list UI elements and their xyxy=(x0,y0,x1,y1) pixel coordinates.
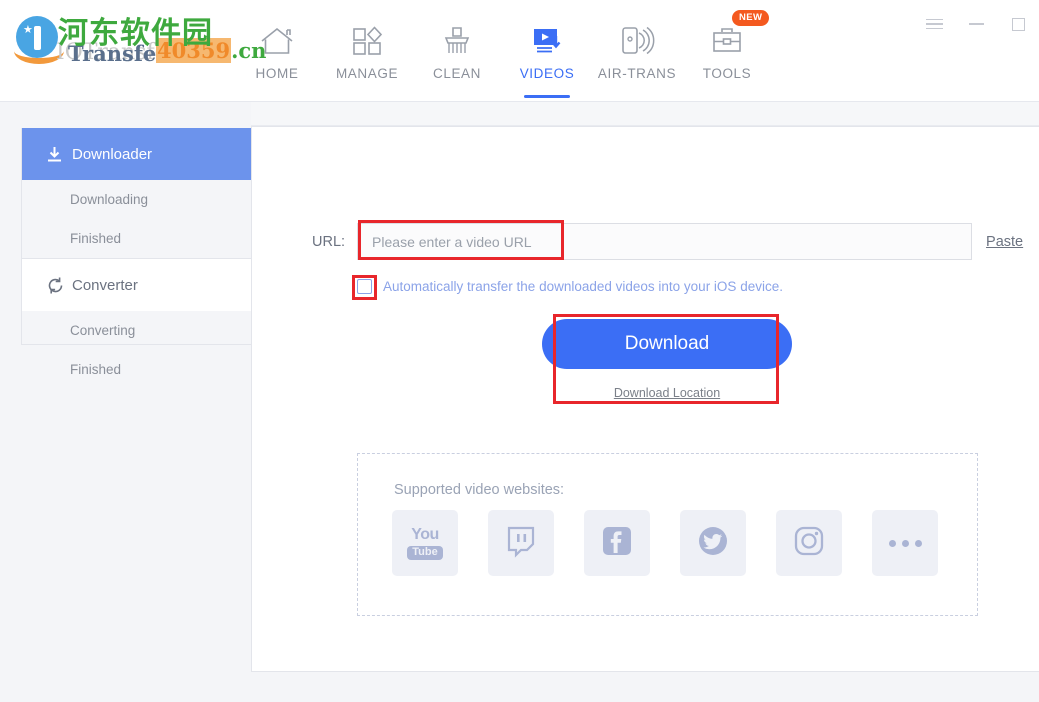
facebook-icon xyxy=(600,524,634,563)
active-tab-underline xyxy=(524,95,570,98)
url-label: URL: xyxy=(312,234,345,250)
nav-item-air-trans[interactable]: AIR-TRANS xyxy=(592,12,682,98)
nav-label-tools: TOOLS xyxy=(703,66,752,81)
url-row: URL: Paste xyxy=(312,223,1023,260)
nav-item-clean[interactable]: CLEAN xyxy=(412,12,502,98)
clean-brush-icon xyxy=(438,20,476,62)
sidebar: Downloader Downloading Finished Converte… xyxy=(21,128,252,345)
panel-top-strip xyxy=(251,102,1039,126)
new-badge: NEW xyxy=(732,10,769,26)
download-icon xyxy=(46,146,72,163)
supported-sites-title: Supported video websites: xyxy=(394,482,564,498)
window-controls xyxy=(913,10,1039,38)
youtube-icon-bottom: Tube xyxy=(407,546,442,560)
supported-site-instagram[interactable] xyxy=(776,510,842,576)
nav-label-videos: VIDEOS xyxy=(520,66,575,81)
youtube-icon: You Tube xyxy=(406,527,444,560)
supported-site-facebook[interactable] xyxy=(584,510,650,576)
nav-label-home: HOME xyxy=(256,66,299,81)
supported-site-youtube[interactable]: You Tube xyxy=(392,510,458,576)
sidebar-item-downloading[interactable]: Downloading xyxy=(22,180,251,219)
nav-label-manage: MANAGE xyxy=(336,66,398,81)
manage-icon xyxy=(348,20,386,62)
logo-mark-icon: ★ xyxy=(14,14,60,60)
videos-download-icon xyxy=(528,20,566,62)
supported-sites-list: You Tube xyxy=(392,510,938,576)
sidebar-item-converter-finished[interactable]: Finished xyxy=(22,350,251,389)
air-trans-icon xyxy=(618,20,656,62)
sidebar-item-converter[interactable]: Converter xyxy=(22,259,251,311)
supported-site-twitch[interactable] xyxy=(488,510,554,576)
title-bar: ★ IOTransfer Transfer 40359.cn 河东软件园 HOM… xyxy=(0,0,1039,102)
supported-sites-box: Supported video websites: You Tube xyxy=(357,453,978,616)
minimize-icon[interactable] xyxy=(955,10,997,38)
paste-button[interactable]: Paste xyxy=(986,234,1023,250)
nav-item-manage[interactable]: MANAGE xyxy=(322,12,412,98)
nav-item-home[interactable]: HOME xyxy=(232,12,322,98)
app-window: ★ IOTransfer Transfer 40359.cn 河东软件园 HOM… xyxy=(0,0,1039,702)
supported-site-twitter[interactable] xyxy=(680,510,746,576)
sidebar-label-converter: Converter xyxy=(72,277,138,294)
auto-transfer-label: Automatically transfer the downloaded vi… xyxy=(383,279,783,294)
nav-item-tools[interactable]: NEW TOOLS xyxy=(682,12,772,98)
supported-site-more[interactable] xyxy=(872,510,938,576)
sidebar-label-downloader: Downloader xyxy=(72,146,152,163)
nav-label-air-trans: AIR-TRANS xyxy=(598,66,676,81)
refresh-convert-icon xyxy=(46,276,72,295)
nav-label-clean: CLEAN xyxy=(433,66,481,81)
hamburger-menu-icon[interactable] xyxy=(913,10,955,38)
youtube-icon-top: You xyxy=(406,527,444,543)
watermark-chinese-text: 河东软件园 xyxy=(58,8,213,52)
home-icon xyxy=(258,20,296,62)
app-logo: ★ IOTransfer Transfer 40359.cn 河东软件园 xyxy=(6,4,221,66)
auto-transfer-checkbox[interactable] xyxy=(357,279,372,294)
sidebar-item-downloader-finished[interactable]: Finished xyxy=(22,219,251,258)
main-panel: URL: Paste Automatically transfer the do… xyxy=(251,126,1039,672)
sidebar-item-downloader[interactable]: Downloader xyxy=(22,128,251,180)
download-button[interactable]: Download xyxy=(542,319,792,369)
auto-transfer-row: Automatically transfer the downloaded vi… xyxy=(357,279,783,294)
toolbox-icon xyxy=(708,20,746,62)
sidebar-item-converting[interactable]: Converting xyxy=(22,311,251,350)
instagram-icon xyxy=(792,524,826,563)
maximize-icon[interactable] xyxy=(997,10,1039,38)
nav-item-videos[interactable]: VIDEOS xyxy=(502,12,592,98)
main-navigation: HOME MANAGE CLEAN VIDEOS xyxy=(232,12,772,100)
download-location-link[interactable]: Download Location xyxy=(542,386,792,400)
more-dots-icon xyxy=(889,540,922,547)
url-input[interactable] xyxy=(357,223,972,260)
twitter-icon xyxy=(696,524,730,563)
twitch-icon xyxy=(504,524,538,563)
